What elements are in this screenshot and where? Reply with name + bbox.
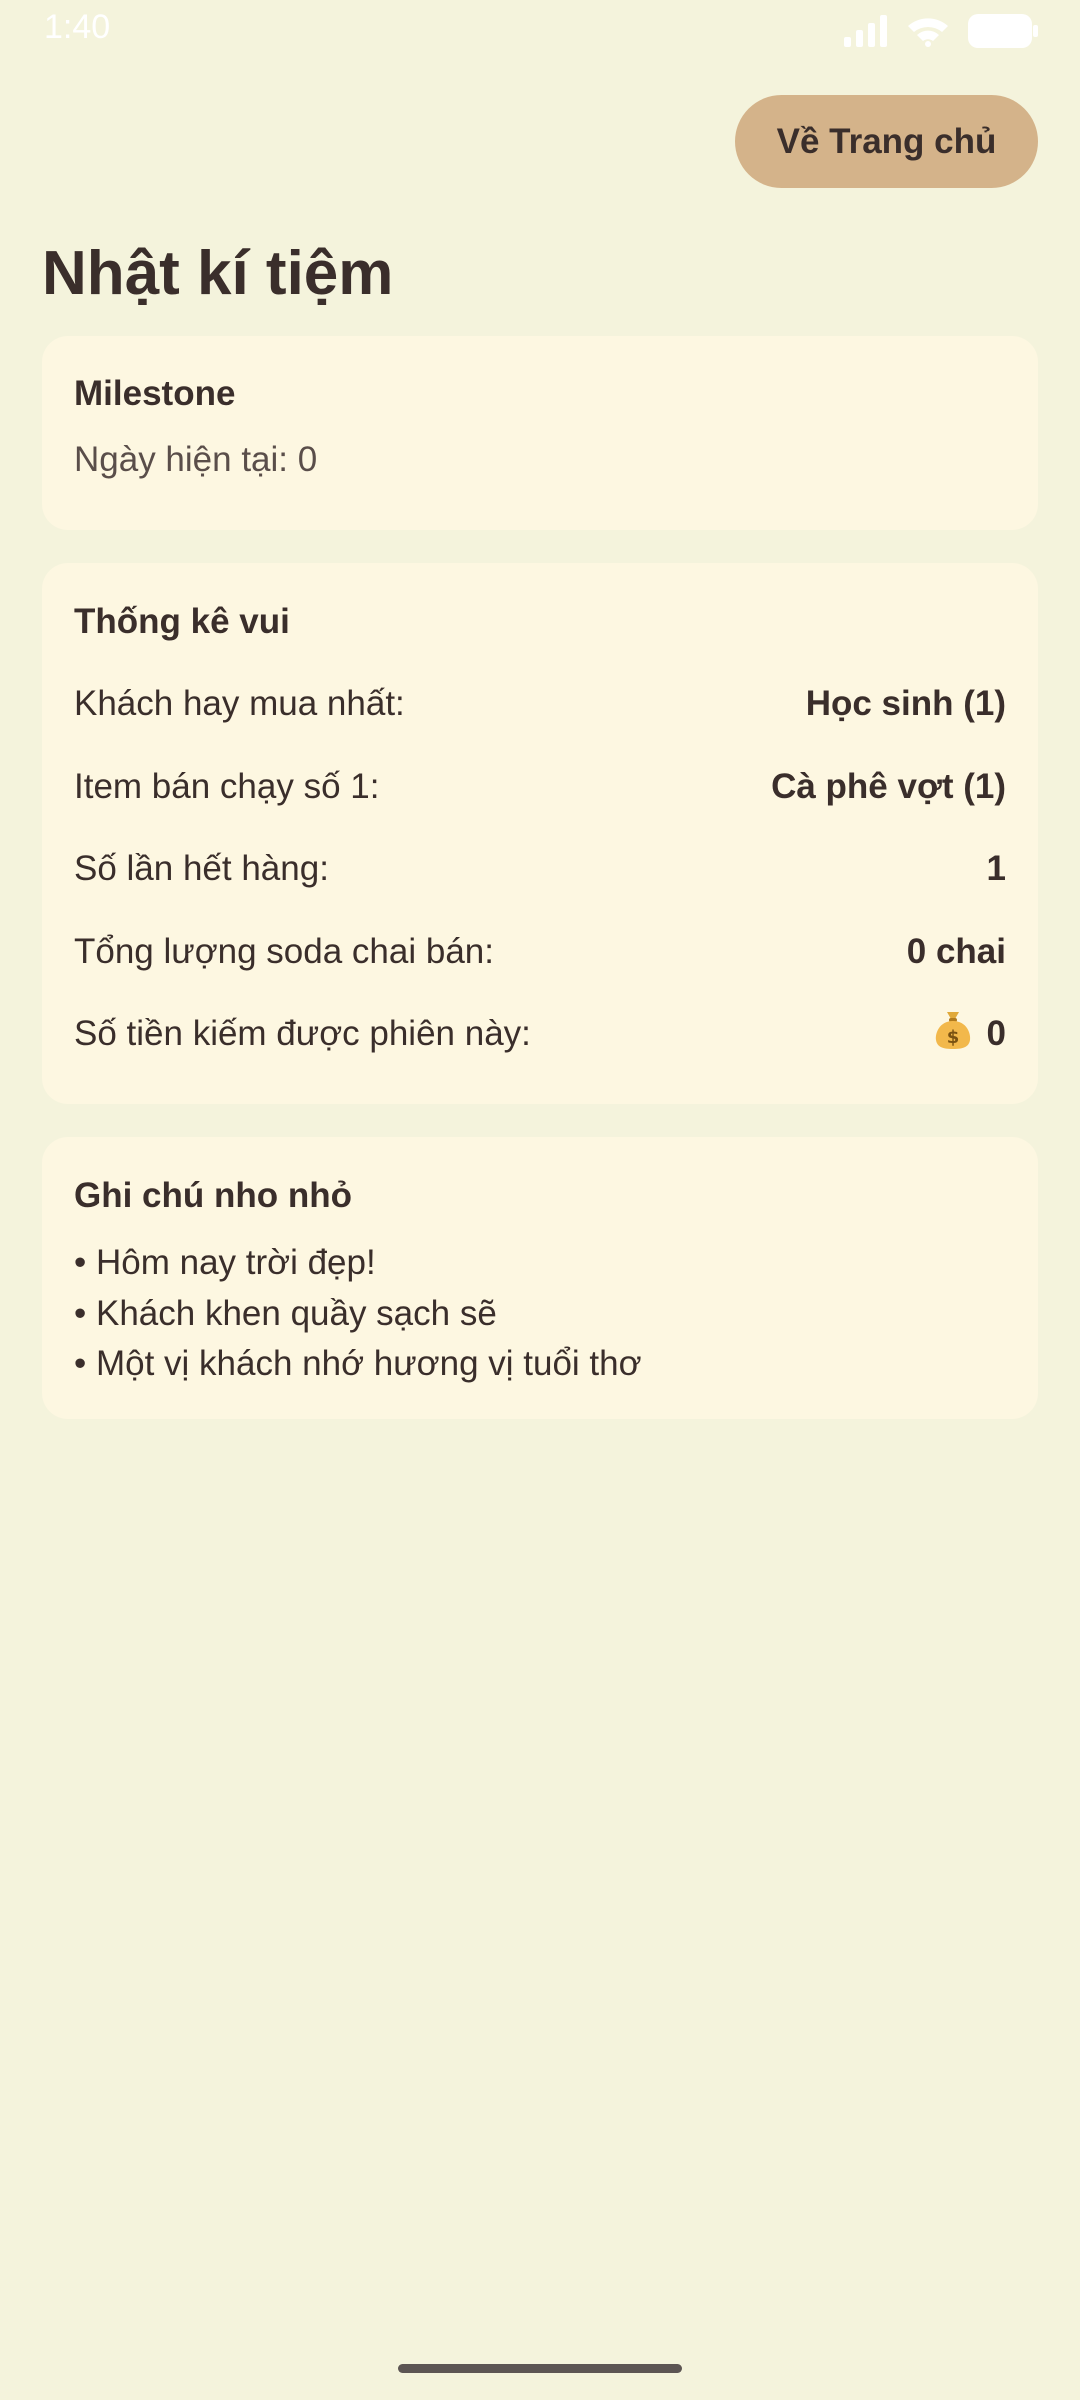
- stat-value: 1: [986, 849, 1006, 888]
- stat-label: Số tiền kiếm được phiên này:: [74, 1014, 531, 1053]
- status-time: 1:40: [44, 8, 111, 46]
- status-bar: 1:40: [0, 0, 1080, 64]
- stat-row-soda-sold: Tổng lượng soda chai bán: 0 chai: [74, 930, 1006, 974]
- stat-value: Cà phê vợt (1): [771, 767, 1006, 806]
- battery-icon: [968, 14, 1038, 53]
- stat-row-out-of-stock: Số lần hết hàng: 1: [74, 847, 1006, 891]
- earnings-value: 0: [986, 1014, 1006, 1053]
- signal-icon: [844, 15, 888, 52]
- page-title: Nhật kí tiệm: [42, 239, 394, 308]
- notes-title: Ghi chú nho nhỏ: [74, 1176, 353, 1215]
- status-icons: [844, 14, 1038, 53]
- stat-label: Khách hay mua nhất:: [74, 684, 405, 723]
- stat-row-top-customer: Khách hay mua nhất: Học sinh (1): [74, 682, 1006, 726]
- milestone-title: Milestone: [74, 374, 236, 413]
- stats-title: Thống kê vui: [74, 602, 290, 641]
- stat-label: Tổng lượng soda chai bán:: [74, 932, 494, 971]
- stat-row-earnings: Số tiền kiếm được phiên này: $ 0: [74, 1011, 1006, 1056]
- home-indicator[interactable]: [398, 2364, 682, 2373]
- home-button[interactable]: Về Trang chủ: [735, 95, 1038, 188]
- current-day-text: Ngày hiện tại: 0: [74, 440, 318, 479]
- stat-value: Học sinh (1): [805, 684, 1006, 723]
- stat-label: Số lần hết hàng:: [74, 849, 329, 888]
- stat-row-best-seller: Item bán chạy số 1: Cà phê vợt (1): [74, 765, 1006, 809]
- note-item: • Khách khen quầy sạch sẽ: [74, 1294, 497, 1333]
- note-item: • Hôm nay trời đẹp!: [74, 1243, 376, 1282]
- svg-text:$: $: [946, 1027, 959, 1048]
- stat-value-earnings: $ 0: [933, 1008, 1006, 1061]
- wifi-icon: [906, 15, 950, 52]
- stat-label: Item bán chạy số 1:: [74, 767, 380, 806]
- stat-value: 0 chai: [906, 932, 1006, 971]
- milestone-card: [42, 336, 1038, 530]
- money-bag-icon: $: [933, 1008, 973, 1061]
- note-item: • Một vị khách nhớ hương vị tuổi thơ: [74, 1344, 642, 1383]
